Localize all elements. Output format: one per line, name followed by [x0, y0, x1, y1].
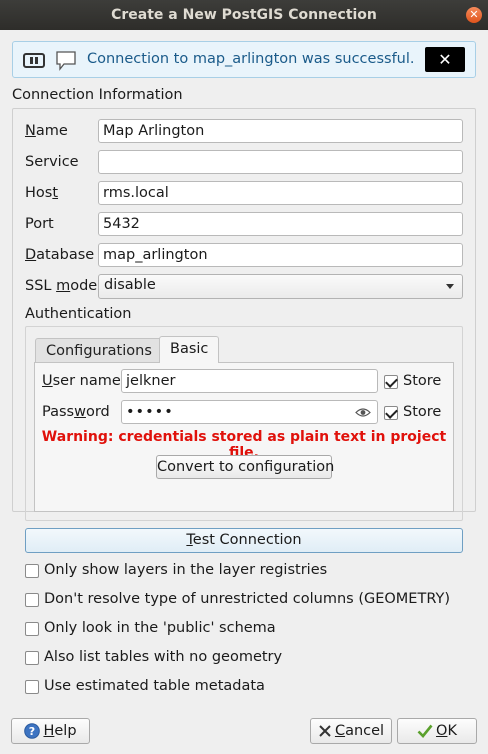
ssl-mode-value: disable [104, 277, 156, 293]
ok-check-icon [417, 724, 433, 738]
test-connection-button[interactable]: Test Connection [25, 528, 463, 553]
svg-text:?: ? [29, 725, 35, 738]
option-public-schema-checkbox[interactable] [25, 622, 39, 636]
ok-button[interactable]: OK [397, 718, 477, 744]
host-field[interactable]: rms.local [98, 181, 463, 205]
eye-icon[interactable] [355, 407, 371, 418]
option-estimated-metadata-checkbox[interactable] [25, 680, 39, 694]
help-button[interactable]: ? Help [11, 718, 90, 744]
cancel-button[interactable]: Cancel [310, 718, 392, 744]
password-value: ••••• [126, 404, 174, 420]
option-dont-resolve-geometry-checkbox[interactable] [25, 593, 39, 607]
database-label: Database [25, 247, 95, 263]
database-field[interactable]: map_arlington [98, 243, 463, 267]
password-label: Password [42, 404, 110, 420]
username-store-checkbox[interactable] [384, 375, 398, 389]
tab-configurations[interactable]: Configurations [35, 338, 163, 363]
message-bar: Connection to map_arlington was successf… [12, 41, 476, 78]
ssl-mode-select[interactable]: disable [98, 274, 463, 299]
ssl-mode-label: SSL mode [25, 278, 98, 294]
speech-bubble-icon [56, 51, 76, 71]
username-field[interactable]: jelkner [121, 369, 378, 393]
window-title: Create a New PostGIS Connection [111, 7, 377, 23]
username-store-label: Store [403, 373, 442, 389]
option-dont-resolve-geometry-label: Don't resolve type of unrestricted colum… [44, 591, 450, 607]
window-close-button[interactable]: ✕ [466, 7, 482, 23]
connection-info-title: Connection Information [12, 87, 183, 103]
help-icon: ? [24, 723, 41, 739]
option-public-schema-label: Only look in the 'public' schema [44, 620, 276, 636]
option-no-geometry-tables-label: Also list tables with no geometry [44, 649, 283, 665]
host-label: Host [25, 185, 59, 201]
chevron-down-icon [446, 284, 454, 289]
name-field[interactable]: Map Arlington [98, 119, 463, 143]
message-text: Connection to map_arlington was successf… [87, 51, 415, 67]
message-close-button[interactable]: ✕ [425, 47, 465, 72]
port-label: Port [25, 216, 54, 232]
option-no-geometry-tables-checkbox[interactable] [25, 651, 39, 665]
tab-basic[interactable]: Basic [159, 336, 220, 363]
password-field[interactable]: ••••• [121, 400, 378, 424]
username-label: User name [42, 373, 121, 389]
pause-icon[interactable] [23, 53, 45, 68]
option-layer-registries-checkbox[interactable] [25, 564, 39, 578]
convert-to-configuration-button[interactable]: Convert to configuration [156, 455, 334, 479]
service-field[interactable] [98, 150, 463, 174]
password-store-checkbox[interactable] [384, 406, 398, 420]
service-label: Service [25, 154, 79, 170]
name-label: Name [25, 123, 68, 139]
password-store-label: Store [403, 404, 442, 420]
port-field[interactable]: 5432 [98, 212, 463, 236]
window-titlebar: Create a New PostGIS Connection ✕ [0, 0, 488, 30]
cancel-icon [319, 725, 331, 737]
authentication-title: Authentication [25, 306, 132, 322]
option-estimated-metadata-label: Use estimated table metadata [44, 678, 265, 694]
option-layer-registries-label: Only show layers in the layer registries [44, 562, 328, 578]
